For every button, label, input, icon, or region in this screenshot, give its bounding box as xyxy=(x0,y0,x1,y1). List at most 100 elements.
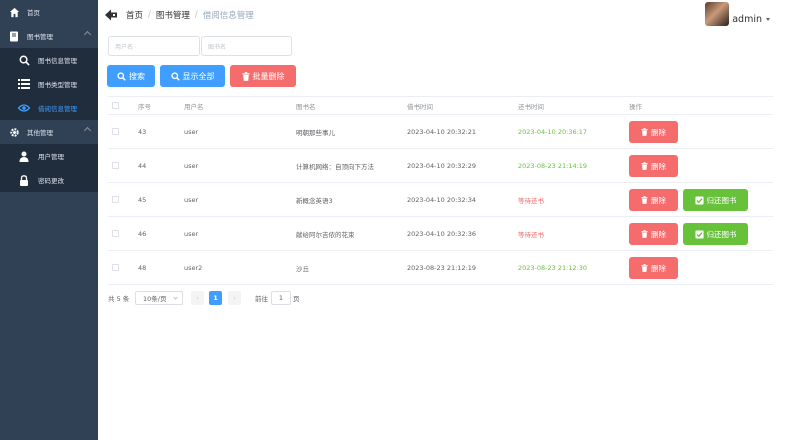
cell-return-time: 2023-04-10 20:36:17 xyxy=(518,127,588,136)
search-icon xyxy=(18,54,30,66)
sidebar-item-label: 首页 xyxy=(27,9,40,17)
cell-username: user xyxy=(184,127,199,136)
sidebar-item-borrow-info[interactable]: 借阅信息管理 xyxy=(0,96,98,120)
chevron-up-icon xyxy=(83,30,92,39)
cell-return-status: 等待还书 xyxy=(518,230,544,239)
list-icon xyxy=(18,78,30,90)
top-header: 首页 / 图书管理 / 借阅信息管理 admin xyxy=(98,0,790,30)
delete-button[interactable]: 删除 xyxy=(629,257,678,279)
page-size-value: 10条/页 xyxy=(143,295,167,303)
cell-bookname: 沙丘 xyxy=(296,264,309,273)
home-icon xyxy=(8,6,20,18)
borrow-table: 序号 用户名 图书名 借书时间 还书时间 操作 43 user 明朝那些事儿 2… xyxy=(108,96,773,285)
username[interactable]: admin xyxy=(732,14,762,25)
book-icon xyxy=(8,30,20,42)
cell-username: user xyxy=(184,195,199,204)
cell-bookname: 新概念英语3 xyxy=(296,196,333,205)
row-checkbox[interactable] xyxy=(112,196,119,203)
gear-icon xyxy=(8,126,20,138)
next-page-button[interactable]: › xyxy=(228,291,241,305)
sidebar-item-other-management[interactable]: 其他管理 xyxy=(0,120,98,144)
search-icon xyxy=(117,71,126,81)
show-all-button[interactable]: 显示全部 xyxy=(160,65,225,87)
page-number-current[interactable]: 1 xyxy=(209,291,222,305)
sidebar-item-home[interactable]: 首页 xyxy=(0,0,98,24)
table-row: 48 user2 沙丘 2023-08-23 21:12:19 2023-08-… xyxy=(108,251,773,285)
prev-page-button[interactable]: ‹ xyxy=(191,291,204,305)
sidebar-item-label: 图书管理 xyxy=(27,33,53,41)
eye-icon xyxy=(18,102,30,114)
row-checkbox[interactable] xyxy=(112,128,119,135)
delete-button[interactable]: 删除 xyxy=(629,189,678,211)
sidebar-item-label: 图书类型管理 xyxy=(38,81,77,89)
username-search-input[interactable]: 用户名 xyxy=(108,36,200,56)
search-button-label: 搜索 xyxy=(129,71,145,81)
cell-bookname: 计算机网络：自顶向下方法 xyxy=(296,162,374,171)
search-button[interactable]: 搜索 xyxy=(107,65,155,87)
trash-icon xyxy=(641,264,648,272)
show-all-button-label: 显示全部 xyxy=(182,71,215,81)
breadcrumb-separator: / xyxy=(148,10,151,20)
delete-button[interactable]: 删除 xyxy=(629,155,678,177)
trash-icon xyxy=(641,162,648,170)
table-row: 43 user 明朝那些事儿 2023-04-10 20:32:21 2023-… xyxy=(108,115,773,149)
column-header-id: 序号 xyxy=(138,102,151,111)
sidebar-item-book-management[interactable]: 图书管理 xyxy=(0,24,98,48)
breadcrumb-home[interactable]: 首页 xyxy=(126,9,143,21)
lock-icon xyxy=(18,174,30,186)
search-icon xyxy=(170,71,180,81)
return-book-button-label: 归还图书 xyxy=(706,229,737,239)
caret-down-icon[interactable] xyxy=(766,18,770,21)
trash-icon xyxy=(641,128,648,136)
sidebar-item-user-management[interactable]: 用户管理 xyxy=(0,144,98,168)
cell-borrow-time: 2023-04-10 20:32:29 xyxy=(407,161,477,170)
row-checkbox[interactable] xyxy=(112,264,119,271)
column-header-bookname: 图书名 xyxy=(296,102,316,111)
return-book-button[interactable]: 归还图书 xyxy=(683,223,748,245)
breadcrumb-separator: / xyxy=(194,10,198,20)
sidebar-item-label: 其他管理 xyxy=(27,129,53,137)
sidebar-item-change-password[interactable]: 密码更改 xyxy=(0,168,98,192)
column-header-actions: 操作 xyxy=(629,102,642,111)
breadcrumb-book-management[interactable]: 图书管理 xyxy=(156,9,190,21)
page-size-select[interactable]: 10条/页 xyxy=(135,291,183,305)
cell-id: 45 xyxy=(138,195,147,204)
cell-id: 48 xyxy=(138,263,147,272)
breadcrumb: 首页 / 图书管理 / 借阅信息管理 xyxy=(126,9,254,21)
cell-username: user2 xyxy=(184,263,203,272)
cell-bookname: 明朝那些事儿 xyxy=(296,128,335,137)
trash-icon xyxy=(241,71,250,81)
cell-id: 43 xyxy=(138,127,147,136)
delete-button[interactable]: 删除 xyxy=(629,121,678,143)
return-book-button[interactable]: 归还图书 xyxy=(683,189,748,211)
row-checkbox[interactable] xyxy=(112,230,119,237)
cell-username: user xyxy=(184,229,199,238)
username-placeholder: 用户名 xyxy=(115,43,134,51)
avatar[interactable] xyxy=(705,2,730,26)
delete-button[interactable]: 删除 xyxy=(629,223,678,245)
delete-button-label: 删除 xyxy=(651,263,666,273)
bookname-search-input[interactable]: 图书名 xyxy=(201,36,292,56)
table-header-row: 序号 用户名 图书名 借书时间 还书时间 操作 xyxy=(108,97,773,115)
user-menu[interactable]: admin xyxy=(705,2,770,26)
batch-delete-button-label: 批量删除 xyxy=(252,71,285,81)
trash-icon xyxy=(641,196,648,204)
collapse-menu-icon[interactable] xyxy=(104,8,118,22)
pagination: 共 5 条 10条/页 ‹ 1 › 前往 1 页 xyxy=(108,291,408,305)
row-checkbox[interactable] xyxy=(112,162,119,169)
sidebar-item-label: 密码更改 xyxy=(38,177,64,185)
batch-delete-button[interactable]: 批量删除 xyxy=(230,65,296,87)
check-square-icon xyxy=(694,229,704,239)
goto-suffix: 页 xyxy=(293,295,300,303)
pagination-total: 共 5 条 xyxy=(108,295,130,303)
sidebar-item-book-info[interactable]: 图书信息管理 xyxy=(0,48,98,72)
sidebar-item-label: 图书信息管理 xyxy=(38,57,77,65)
select-all-checkbox[interactable] xyxy=(112,102,119,109)
cell-id: 46 xyxy=(138,229,147,238)
goto-page-input[interactable]: 1 xyxy=(271,291,291,305)
delete-button-label: 删除 xyxy=(651,127,666,137)
cell-borrow-time: 2023-04-10 20:32:36 xyxy=(407,229,477,238)
sidebar-item-book-type[interactable]: 图书类型管理 xyxy=(0,72,98,96)
user-icon xyxy=(18,150,30,162)
cell-borrow-time: 2023-04-10 20:32:34 xyxy=(407,195,477,204)
